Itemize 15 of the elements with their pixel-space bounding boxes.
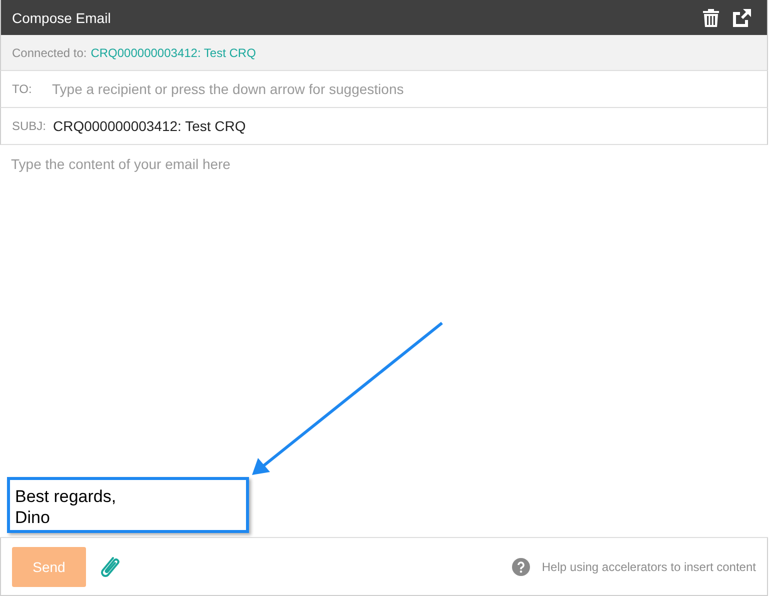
- recipient-field[interactable]: TO: Type a recipient or press the down arrow for suggestions: [0, 71, 768, 108]
- external-link-icon[interactable]: [733, 8, 751, 26]
- trash-icon[interactable]: [703, 8, 719, 26]
- callout-text: Best regards,: [15, 486, 116, 507]
- callout-text: Dino: [15, 507, 50, 528]
- subject-input[interactable]: CRQ000000003412: Test CRQ: [53, 118, 767, 134]
- connected-label: Connected to:: [12, 46, 87, 60]
- annotation-arrow-icon: [252, 322, 443, 475]
- help-icon[interactable]: [512, 558, 530, 576]
- subject-label: SUBJ:: [12, 119, 48, 133]
- help-text[interactable]: Help using accelerators to insert content: [542, 560, 756, 574]
- window-title: Compose Email: [12, 10, 111, 26]
- to-label: TO:: [12, 82, 33, 96]
- recipient-input[interactable]: Type a recipient or press the down arrow for suggestions: [52, 81, 767, 97]
- ticket-link[interactable]: CRQ000000003412: Test CRQ: [90, 46, 256, 60]
